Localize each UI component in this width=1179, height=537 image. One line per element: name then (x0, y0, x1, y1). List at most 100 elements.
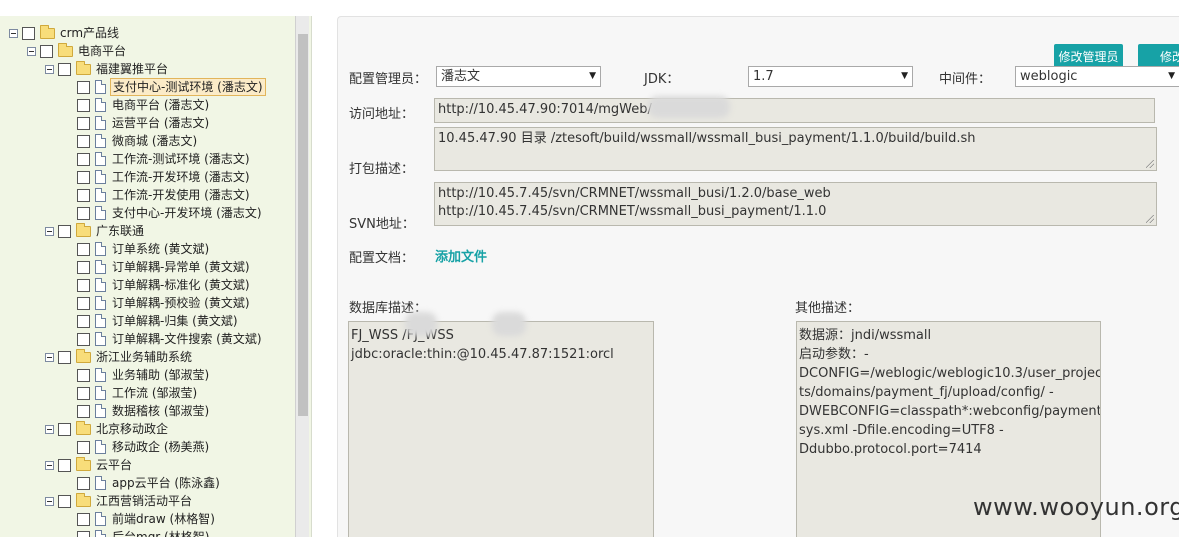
tree-node-folder[interactable]: 江西营销活动平台 (45, 492, 194, 510)
tree-node-leaf[interactable]: 订单解耦-标准化 (黄文斌) (64, 276, 252, 294)
tree-node-label[interactable]: 云平台 (94, 457, 134, 473)
tree-node-folder[interactable]: 北京移动政企 (45, 420, 170, 438)
tree-node-label[interactable]: 工作流-测试环境 (潘志文) (110, 151, 252, 167)
tree-node-label[interactable]: 工作流-开发环境 (潘志文) (110, 169, 252, 185)
tree-node-label[interactable]: 电商平台 (潘志文) (110, 97, 211, 113)
tree-node-leaf[interactable]: 订单解耦-文件搜索 (黄文斌) (64, 330, 264, 348)
tree-node-leaf[interactable]: 订单系统 (黄文斌) (64, 240, 211, 258)
tree-checkbox[interactable] (77, 80, 90, 94)
collapse-icon[interactable] (9, 28, 18, 38)
tree-node-label[interactable]: 数据稽核 (邹淑莹) (110, 403, 211, 419)
tree-node-leaf[interactable]: 业务辅助 (邹淑莹) (64, 366, 211, 384)
tree-node-label[interactable]: 微商城 (潘志文) (110, 133, 199, 149)
tree-node-leaf[interactable]: 移动政企 (杨美燕) (64, 438, 211, 456)
tree-node-leaf[interactable]: 微商城 (潘志文) (64, 132, 199, 150)
admin-select[interactable]: 潘志文 ▼ (436, 66, 601, 87)
tree-node-label[interactable]: 工作流 (邹淑莹) (110, 385, 199, 401)
tree-scrollbar[interactable] (295, 16, 309, 537)
tree-checkbox[interactable] (58, 422, 71, 436)
tree-node-leaf[interactable]: 后台mgr (林格智) (64, 528, 211, 537)
tree-checkbox[interactable] (77, 476, 90, 490)
tree-node-root[interactable]: crm产品线 (9, 24, 121, 42)
tree-checkbox[interactable] (58, 224, 71, 238)
tree-node-leaf[interactable]: 订单解耦-归集 (黄文斌) (64, 312, 240, 330)
access-address-field[interactable]: http://10.45.47.90:7014/mgWeb/ (434, 98, 1155, 123)
tree-node-leaf[interactable]: 支付中心-开发环境 (潘志文) (64, 204, 264, 222)
collapse-icon[interactable] (27, 46, 36, 56)
add-file-link[interactable]: 添加文件 (435, 246, 487, 265)
db-description-textarea[interactable]: FJ_WSS /FJ_WSS jdbc:oracle:thin:@10.45.4… (348, 321, 654, 537)
tree-node-label[interactable]: crm产品线 (58, 25, 121, 41)
build-description-textarea[interactable]: 10.45.47.90 目录 /ztesoft/build/wssmall/ws… (434, 127, 1157, 171)
tree-checkbox[interactable] (77, 296, 90, 310)
tree-node-label[interactable]: 订单系统 (黄文斌) (110, 241, 211, 257)
tree-node-label[interactable]: 运营平台 (潘志文) (110, 115, 211, 131)
tree-node-label[interactable]: 订单解耦-归集 (黄文斌) (110, 313, 240, 329)
tree-node-label[interactable]: 广东联通 (94, 223, 146, 239)
tree-node-label[interactable]: 前端draw (林格智) (110, 511, 217, 527)
tree-checkbox[interactable] (58, 494, 71, 508)
tree-node-label[interactable]: 工作流-开发使用 (潘志文) (110, 187, 252, 203)
tree-checkbox[interactable] (58, 350, 71, 364)
resize-grip-icon[interactable] (1146, 215, 1154, 223)
tree-checkbox[interactable] (58, 458, 71, 472)
tree-checkbox[interactable] (77, 242, 90, 256)
tree-node-label[interactable]: 电商平台 (76, 43, 128, 59)
tree-node-folder[interactable]: 浙江业务辅助系统 (45, 348, 194, 366)
tree-checkbox[interactable] (77, 260, 90, 274)
tree-node-folder[interactable]: 云平台 (45, 456, 134, 474)
tree-node-label[interactable]: 北京移动政企 (94, 421, 170, 437)
tree-node-leaf[interactable]: app云平台 (陈泳鑫) (64, 474, 222, 492)
tree-node-label[interactable]: 移动政企 (杨美燕) (110, 439, 211, 455)
tree-node-label[interactable]: 订单解耦-标准化 (黄文斌) (110, 277, 252, 293)
tree-checkbox[interactable] (77, 332, 90, 346)
resize-grip-icon[interactable] (1146, 160, 1154, 168)
svn-address-textarea[interactable]: http://10.45.7.45/svn/CRMNET/wssmall_bus… (434, 182, 1157, 226)
tree-checkbox[interactable] (77, 206, 90, 220)
tree-checkbox[interactable] (40, 44, 53, 58)
middleware-select[interactable]: weblogic ▼ (1015, 66, 1179, 87)
tree-checkbox[interactable] (58, 62, 71, 76)
tree-checkbox[interactable] (77, 134, 90, 148)
collapse-icon[interactable] (45, 352, 54, 362)
tree-checkbox[interactable] (77, 404, 90, 418)
tree-checkbox[interactable] (77, 116, 90, 130)
tree-node-leaf[interactable]: 电商平台 (潘志文) (64, 96, 211, 114)
tree-checkbox[interactable] (77, 278, 90, 292)
tree-node-label-selected[interactable]: 支付中心-测试环境 (潘志文) (110, 78, 266, 96)
tree-node-label[interactable]: 业务辅助 (邹淑莹) (110, 367, 211, 383)
tree-scrollbar-thumb[interactable] (298, 34, 308, 416)
tree-node-label[interactable]: 订单解耦-文件搜索 (黄文斌) (110, 331, 264, 347)
tree-checkbox[interactable] (77, 440, 90, 454)
collapse-icon[interactable] (45, 460, 54, 470)
tree-node-leaf[interactable]: 订单解耦-预校验 (黄文斌) (64, 294, 252, 312)
tree-node-leaf[interactable]: 订单解耦-异常单 (黄文斌) (64, 258, 252, 276)
tree-node-group[interactable]: 电商平台 (27, 42, 128, 60)
tree-node-label[interactable]: app云平台 (陈泳鑫) (110, 475, 222, 491)
tree-checkbox[interactable] (77, 170, 90, 184)
tree-node-label[interactable]: 浙江业务辅助系统 (94, 349, 194, 365)
tree-node-leaf[interactable]: 数据稽核 (邹淑莹) (64, 402, 211, 420)
tree-checkbox[interactable] (77, 530, 90, 537)
tree-checkbox[interactable] (77, 512, 90, 526)
tree-node-label[interactable]: 江西营销活动平台 (94, 493, 194, 509)
collapse-icon[interactable] (45, 64, 54, 74)
tree-node-label[interactable]: 福建翼推平台 (94, 61, 170, 77)
tree-checkbox[interactable] (77, 98, 90, 112)
tree-node-label[interactable]: 订单解耦-预校验 (黄文斌) (110, 295, 252, 311)
tree-checkbox[interactable] (22, 26, 35, 40)
tree-node-leaf[interactable]: 工作流-开发使用 (潘志文) (64, 186, 252, 204)
tree-checkbox[interactable] (77, 188, 90, 202)
collapse-icon[interactable] (45, 226, 54, 236)
tree-node-label[interactable]: 后台mgr (林格智) (110, 529, 211, 537)
tree-checkbox[interactable] (77, 368, 90, 382)
tree-node-folder[interactable]: 广东联通 (45, 222, 146, 240)
tree-checkbox[interactable] (77, 152, 90, 166)
tree-node-label[interactable]: 订单解耦-异常单 (黄文斌) (110, 259, 252, 275)
tree-checkbox[interactable] (77, 386, 90, 400)
tree-node-leaf[interactable]: 支付中心-测试环境 (潘志文) (64, 78, 266, 96)
tree-node-label[interactable]: 支付中心-开发环境 (潘志文) (110, 205, 264, 221)
tree-node-folder[interactable]: 福建翼推平台 (45, 60, 170, 78)
collapse-icon[interactable] (45, 496, 54, 506)
tree-node-leaf[interactable]: 工作流-开发环境 (潘志文) (64, 168, 252, 186)
